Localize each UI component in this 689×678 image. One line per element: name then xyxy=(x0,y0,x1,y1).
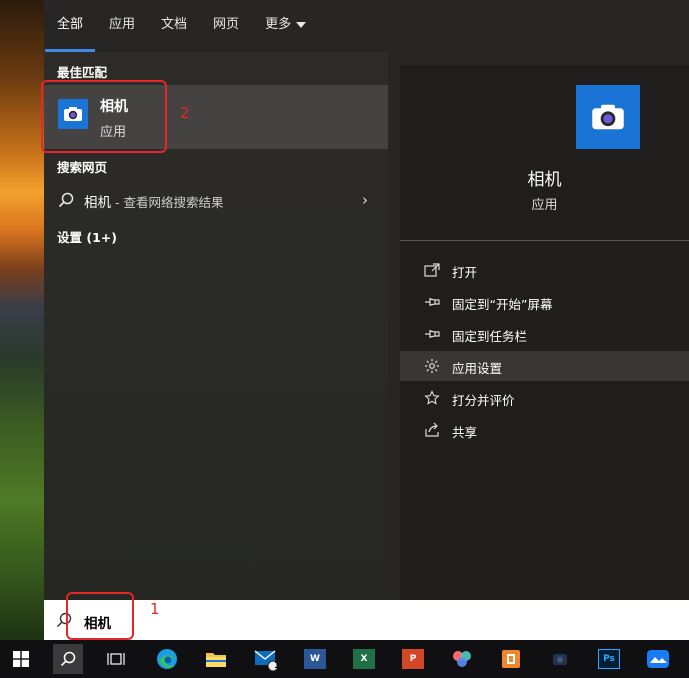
action-share-label: 共享 xyxy=(452,425,478,440)
excel-icon[interactable]: X xyxy=(349,644,379,674)
annotation-label-1: 1 xyxy=(150,600,160,618)
mail-icon[interactable]: 1 xyxy=(251,644,281,674)
app-icon[interactable] xyxy=(447,644,477,674)
search-icon[interactable] xyxy=(53,644,83,674)
app-detail-pane: 相机 应用 打开 固定到“开始”屏幕 固定到任务栏 应用设置 打分并评价 共享 xyxy=(400,65,689,600)
app-detail-title: 相机 xyxy=(527,170,562,190)
action-rate-review-label: 打分并评价 xyxy=(452,393,515,408)
action-pin-start[interactable]: 固定到“开始”屏幕 xyxy=(400,287,689,317)
word-icon[interactable]: W xyxy=(300,644,330,674)
action-app-settings[interactable]: 应用设置 xyxy=(400,351,689,381)
share-icon xyxy=(424,422,442,438)
action-pin-start-label: 固定到“开始”屏幕 xyxy=(452,297,553,312)
ps-label: Ps xyxy=(603,654,615,664)
pin-icon xyxy=(424,294,442,310)
camera-icon xyxy=(576,85,640,149)
star-icon xyxy=(424,390,442,406)
web-search-header: 搜索网页 xyxy=(57,160,108,175)
chevron-right-icon[interactable]: › xyxy=(362,191,368,209)
taskbar: 1 W X P Ps xyxy=(0,640,689,678)
tab-web[interactable]: 网页 xyxy=(213,0,239,52)
web-search-query: 相机 xyxy=(84,195,111,211)
action-rate-review[interactable]: 打分并评价 xyxy=(400,383,689,413)
word-label: W xyxy=(310,654,320,664)
windows-start-icon[interactable] xyxy=(6,644,36,674)
search-icon xyxy=(58,192,74,212)
office-app-icon[interactable] xyxy=(496,644,526,674)
divider xyxy=(400,240,689,241)
cloud-app-icon[interactable] xyxy=(643,644,673,674)
chevron-down-icon xyxy=(296,21,307,28)
file-explorer-icon[interactable] xyxy=(201,644,231,674)
action-open[interactable]: 打开 xyxy=(400,255,689,285)
photoshop-icon[interactable]: Ps xyxy=(594,644,624,674)
tab-more-label: 更多 xyxy=(265,17,292,32)
pin-icon xyxy=(424,326,442,342)
open-icon xyxy=(424,262,442,278)
desktop-wallpaper xyxy=(0,0,44,640)
ppt-label: P xyxy=(409,654,417,664)
annotation-label-2: 2 xyxy=(180,104,190,122)
action-share[interactable]: 共享 xyxy=(400,415,689,445)
annotation-box-2 xyxy=(41,80,167,153)
search-filter-tabs: 全部 应用 文档 网页 更多 xyxy=(44,0,689,52)
tab-documents[interactable]: 文档 xyxy=(161,0,187,52)
web-search-result[interactable]: 相机 - 查看网络搜索结果 › xyxy=(44,185,388,215)
mail-badge: 1 xyxy=(274,661,281,671)
tab-all[interactable]: 全部 xyxy=(44,0,96,52)
edge-icon[interactable] xyxy=(152,644,182,674)
gear-icon xyxy=(424,358,442,374)
search-box[interactable]: 相机 xyxy=(44,600,689,640)
web-search-suffix: - 查看网络搜索结果 xyxy=(111,195,224,210)
task-view-icon[interactable] xyxy=(101,644,131,674)
tab-apps[interactable]: 应用 xyxy=(109,0,135,52)
app-detail-subtitle: 应用 xyxy=(531,198,558,213)
tab-more[interactable]: 更多 xyxy=(265,0,307,52)
action-pin-taskbar-label: 固定到任务栏 xyxy=(452,329,528,344)
powerpoint-icon[interactable]: P xyxy=(398,644,428,674)
settings-header[interactable]: 设置 (1+) xyxy=(57,227,117,246)
action-open-label: 打开 xyxy=(452,265,478,280)
action-app-settings-label: 应用设置 xyxy=(452,361,503,376)
action-pin-taskbar[interactable]: 固定到任务栏 xyxy=(400,319,689,349)
best-match-header: 最佳匹配 xyxy=(57,65,108,80)
excel-label: X xyxy=(360,654,368,664)
annotation-box-1 xyxy=(66,592,134,640)
camera-app-icon[interactable] xyxy=(545,644,575,674)
